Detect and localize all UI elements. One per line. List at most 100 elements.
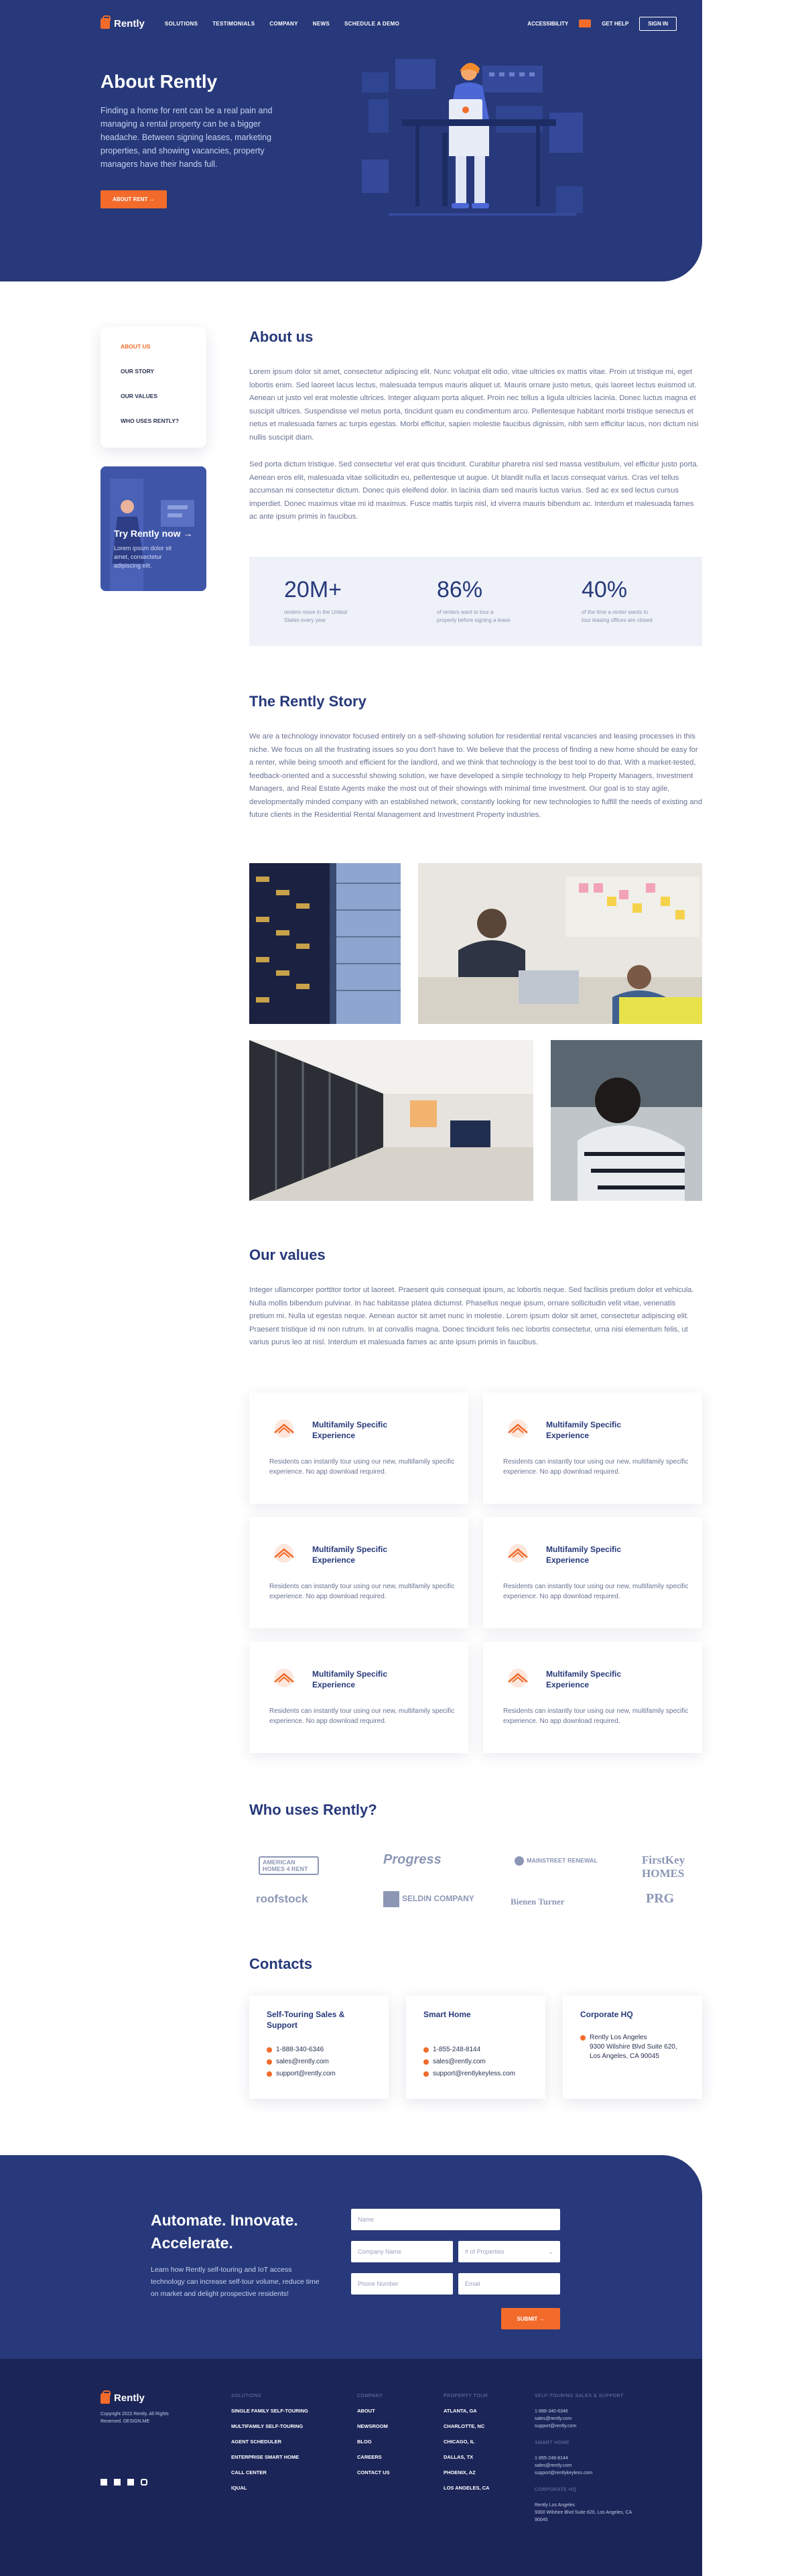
roof-house-icon — [274, 1544, 294, 1563]
phone-number-input[interactable]: Phone Number — [351, 2273, 453, 2295]
footer-link[interactable]: MULTIFAMILY SELF-TOURING — [231, 2423, 308, 2429]
sign-in-button[interactable]: SIGN IN — [639, 16, 677, 31]
story-heading: The Rently Story — [249, 693, 366, 710]
twitter-icon[interactable] — [127, 2479, 134, 2486]
roof-house-icon — [508, 1544, 528, 1563]
nav-news[interactable]: NEWS — [313, 21, 330, 27]
email-input[interactable]: Email — [458, 2273, 560, 2295]
contact-card-sales: Self-Touring Sales & Support 1-888-340-6… — [249, 1996, 389, 2099]
help-icon — [267, 2071, 272, 2077]
try-card-title-text: Try Rently now — [114, 528, 181, 539]
hero-section: Rently SOLUTIONS TESTIMONIALS COMPANY NE… — [0, 0, 702, 281]
nav-solutions[interactable]: SOLUTIONS — [165, 21, 198, 27]
footer-link[interactable]: LOS ANGELES, CA — [444, 2485, 489, 2491]
roof-house-icon — [274, 1419, 294, 1438]
footer-link[interactable]: CALL CENTER — [231, 2469, 308, 2475]
photo-team-meeting — [418, 863, 702, 1024]
contact-email[interactable]: sales@rently.com — [423, 2057, 486, 2067]
values-heading: Our values — [249, 1246, 326, 1263]
footer-email[interactable]: support@rently.com — [535, 2423, 642, 2430]
contact-email[interactable]: support@rentlykeyless.com — [423, 2069, 515, 2079]
footer-brand: Rently Copyright 2022 Rently. All Rights… — [100, 2390, 174, 2486]
contact-address: Rently Los Angeles 9300 Wilshire Blvd Su… — [580, 2033, 687, 2061]
get-help-link[interactable]: GET HELP — [602, 21, 628, 27]
brand-name: Rently — [114, 17, 145, 29]
footer-link[interactable]: AGENT SCHEDULER — [231, 2439, 308, 2445]
footer-link[interactable]: NEWSROOM — [357, 2423, 390, 2429]
contact-email[interactable]: sales@rently.com — [267, 2057, 329, 2067]
company-name-input[interactable]: Company Name — [351, 2241, 453, 2262]
footer-link[interactable]: CONTACT US — [357, 2469, 390, 2475]
footer-phone[interactable]: 1-855-248-8144 — [535, 2455, 642, 2462]
facebook-icon[interactable] — [100, 2479, 107, 2486]
photo-person-laptop — [551, 1040, 702, 1201]
footer-link[interactable]: PHOENIX, AZ — [444, 2469, 489, 2475]
top-nav: Rently SOLUTIONS TESTIMONIALS COMPANY NE… — [100, 13, 677, 34]
about-side-menu: ABOUT US OUR STORY OUR VALUES WHO USES R… — [100, 327, 206, 448]
footer-link[interactable]: BLOG — [357, 2439, 390, 2445]
contacts-heading: Contacts — [249, 1955, 313, 1972]
contact-email[interactable]: support@rently.com — [267, 2069, 336, 2079]
phone-icon — [267, 2047, 272, 2053]
stat-description: of the time a renter wants to tour leasi… — [582, 609, 653, 623]
footer-link[interactable]: CAREERS — [357, 2454, 390, 2460]
properties-select[interactable]: # of Properties ⌄ — [458, 2241, 560, 2262]
contact-phone[interactable]: 1-855-248-8144 — [423, 2045, 480, 2055]
value-card-title: Multifamily Specific Experience — [312, 1669, 388, 1689]
value-card-description: Residents can instantly tour using our n… — [503, 1708, 689, 1725]
footer-logo[interactable]: Rently — [100, 2390, 174, 2404]
footer-link[interactable]: CHARLOTTE, NC — [444, 2423, 489, 2429]
footer-col-heading: SELF-TOURING SALES & SUPPORT — [535, 2394, 624, 2398]
footer-col-heading: CORPORATE HQ — [535, 2488, 577, 2492]
stat-value: 40% — [582, 577, 628, 602]
nav-schedule-demo[interactable]: SCHEDULE A DEMO — [344, 21, 399, 27]
value-card: Multifamily Specific Experience Resident… — [483, 1642, 702, 1753]
footer-link[interactable]: ABOUT — [357, 2408, 390, 2414]
accessibility-icon[interactable] — [579, 19, 592, 27]
footer-col-heading: COMPANY — [357, 2394, 383, 2398]
instagram-icon[interactable] — [141, 2479, 147, 2486]
contact-card-hq: Corporate HQ Rently Los Angeles 9300 Wil… — [563, 1996, 702, 2099]
footer-link[interactable]: SINGLE FAMILY SELF-TOURING — [231, 2408, 308, 2414]
try-rently-card[interactable]: Try Rently now → Lorem ipsum dolor sit a… — [100, 466, 206, 591]
footer-link[interactable]: CHICAGO, IL — [444, 2439, 489, 2445]
client-logo: FirstKey HOMES — [642, 1854, 685, 1880]
roof-house-icon — [508, 1419, 528, 1438]
footer-link[interactable]: ATLANTA, GA — [444, 2408, 489, 2414]
side-item-about-us[interactable]: ABOUT US — [121, 343, 206, 350]
try-card-subtitle: Lorem ipsum dolor sit amet, consectetur … — [114, 545, 172, 569]
footer-phone[interactable]: 1-888-340-6346 — [535, 2408, 642, 2415]
cta-section: Automate. Innovate. Accelerate. Learn ho… — [0, 2155, 702, 2376]
nav-company[interactable]: COMPANY — [269, 21, 297, 27]
accessibility-link[interactable]: ACCESSIBILITY — [527, 21, 568, 27]
footer-link[interactable]: DALLAS, TX — [444, 2454, 489, 2460]
stat-offices-closed: 40% of the time a renter wants to tour l… — [582, 577, 682, 625]
hero-cta-label: ABOUT RENT — [113, 196, 148, 202]
brand-logo[interactable]: Rently — [100, 15, 145, 29]
properties-select-label: # of Properties — [465, 2248, 505, 2255]
footer-link[interactable]: ENTERPRISE SMART HOME — [231, 2454, 308, 2460]
page-title: About Rently — [100, 71, 218, 92]
footer-email[interactable]: sales@rently.com — [535, 2415, 642, 2423]
linkedin-icon[interactable] — [114, 2479, 121, 2486]
hero-illustration — [362, 59, 583, 216]
footer-email[interactable]: sales@rently.com — [535, 2462, 642, 2469]
try-card-title: Try Rently now → — [114, 528, 193, 539]
cta-text: Learn how Rently self-touring and IoT ac… — [151, 2266, 320, 2298]
footer-email[interactable]: support@rentlykeyless.com — [535, 2469, 642, 2477]
nav-testimonials[interactable]: TESTIMONIALS — [212, 21, 255, 27]
side-item-who-uses[interactable]: WHO USES RENTLY? — [121, 417, 206, 424]
submit-button[interactable]: SUBMIT → — [501, 2308, 560, 2329]
footer: Rently Copyright 2022 Rently. All Rights… — [0, 2359, 702, 2576]
footer-link[interactable]: IQUAL — [231, 2485, 308, 2491]
side-item-our-values[interactable]: OUR VALUES — [121, 393, 206, 399]
who-uses-heading: Who uses Rently? — [249, 1801, 377, 1818]
contact-card-title: Corporate HQ — [580, 2010, 633, 2019]
value-card: Multifamily Specific Experience Resident… — [483, 1393, 702, 1504]
about-us-heading: About us — [249, 328, 314, 345]
hero-cta-button[interactable]: ABOUT RENT → — [100, 190, 167, 208]
name-input[interactable]: Name — [351, 2209, 560, 2230]
side-item-our-story[interactable]: OUR STORY — [121, 368, 206, 375]
contact-phone[interactable]: 1-888-340-6346 — [267, 2045, 324, 2055]
about-us-paragraph-2: Sed porta dictum tristique. Sed consecte… — [249, 460, 699, 521]
